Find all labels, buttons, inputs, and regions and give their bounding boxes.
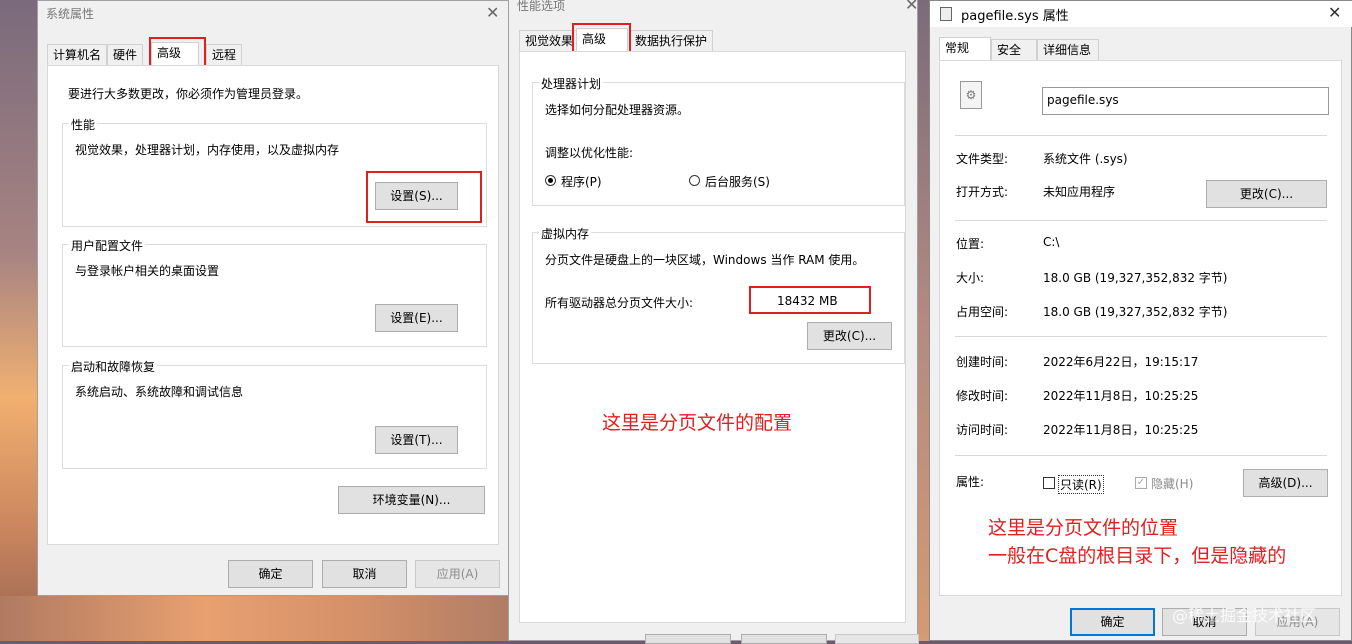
background-services-radio[interactable] [689,175,700,186]
annotation-line-2: 一般在C盘的根目录下，但是隐藏的 [988,545,1287,567]
tab-security[interactable]: 安全 [991,39,1037,60]
created-label: 创建时间: [956,355,1009,369]
close-icon[interactable]: ✕ [486,3,499,22]
open-with-value: 未知应用程序 [1043,185,1116,199]
annotation-text: 这里是分页文件的配置 [602,412,793,434]
adjust-label: 调整以优化性能: [545,146,634,160]
tab-bar: 常规 安全 详细信息 [939,37,1339,61]
accessed-label: 访问时间: [956,423,1009,437]
performance-options-window: 性能选项 ✕ 视觉效果 高级 数据执行保护 处理器计划 选择如何分配处理器资源。… [508,0,919,644]
user-profile-settings-button[interactable]: 设置(E)... [375,304,458,332]
window-title: 系统属性 [46,7,95,21]
startup-recovery-title: 启动和故障恢复 [69,358,158,375]
programs-radio[interactable] [545,175,556,186]
tab-hardware[interactable]: 硬件 [107,44,144,65]
performance-desc: 视觉效果，处理器计划，内存使用，以及虚拟内存 [75,143,340,157]
location-value: C:\ [1043,235,1060,249]
background-services-label[interactable]: 后台服务(S) [705,173,770,190]
hidden-label[interactable]: 隐藏(H) [1151,475,1193,492]
file-icon: ⚙ [960,81,982,109]
tab-general[interactable]: 常规 [939,37,991,60]
created-value: 2022年6月22日，19:15:17 [1043,355,1199,369]
change-virtual-memory-button[interactable]: 更改(C)... [807,322,892,350]
modified-value: 2022年11月8日，10:25:25 [1043,389,1199,403]
file-type-value: 系统文件 (.sys) [1043,152,1128,166]
app-icon [940,7,952,21]
close-icon[interactable]: ✕ [1328,3,1341,22]
virtual-memory-title: 虚拟内存 [539,225,592,242]
performance-title: 性能 [69,116,98,133]
apply-button[interactable]: 应用(A) [415,560,500,588]
startup-recovery-group: 启动和故障恢复 系统启动、系统故障和调试信息 设置(T)... [62,358,487,469]
desktop-background-bottom [0,596,512,641]
highlight-box [749,286,871,314]
ok-button[interactable]: 确定 [228,560,313,588]
tab-dep[interactable]: 数据执行保护 [629,30,714,51]
attributes-label: 属性: [956,475,985,489]
startup-recovery-desc: 系统启动、系统故障和调试信息 [75,385,244,399]
separator [955,455,1327,456]
processor-scheduling-group: 处理器计划 选择如何分配处理器资源。 调整以优化性能: 程序(P) 后台服务(S… [532,75,905,206]
system-properties-window: 系统属性 ✕ 计算机名 硬件 高级 远程 要进行大多数更改，你必须作为管理员登录… [37,0,512,596]
desktop-background-left [0,0,40,641]
location-label: 位置: [956,237,985,251]
size-value: 18.0 GB (19,327,352,832 字节) [1043,271,1228,285]
modified-label: 修改时间: [956,389,1009,403]
readonly-checkbox[interactable] [1043,477,1055,489]
tab-panel: ⚙ pagefile.sys 文件类型: 系统文件 (.sys) 打开方式: 未… [939,60,1342,596]
tab-remote[interactable]: 远程 [206,44,243,65]
admin-note: 要进行大多数更改，你必须作为管理员登录。 [68,87,309,101]
close-icon[interactable]: ✕ [905,0,918,14]
highlight-box [366,171,482,223]
hidden-checkbox[interactable]: ✓ [1135,477,1147,489]
size-label: 大小: [956,271,985,285]
change-open-with-button[interactable]: 更改(C)... [1206,180,1327,208]
bottom-button-1[interactable] [645,634,731,644]
total-paging-size-label: 所有驱动器总分页文件大小: [545,296,694,310]
title-bar: pagefile.sys 属性 ✕ [930,1,1352,27]
tab-bar: 计算机名 硬件 高级 远程 [47,42,507,66]
processor-scheduling-desc: 选择如何分配处理器资源。 [545,103,690,117]
bottom-button-3[interactable] [835,634,919,644]
annotation-line-1: 这里是分页文件的位置 [988,517,1179,539]
processor-scheduling-title: 处理器计划 [539,75,604,92]
tab-panel: 要进行大多数更改，你必须作为管理员登录。 性能 视觉效果，处理器计划，内存使用，… [47,65,499,545]
cancel-button[interactable]: 取消 [322,560,407,588]
virtual-memory-desc: 分页文件是硬盘上的一块区域，Windows 当作 RAM 使用。 [545,253,865,267]
readonly-label[interactable]: 只读(R) [1058,475,1104,494]
open-with-label: 打开方式: [956,185,1009,199]
window-title: 性能选项 [517,0,566,13]
user-profile-desc: 与登录帐户相关的桌面设置 [75,264,220,278]
file-type-label: 文件类型: [956,152,1009,166]
tab-panel: 处理器计划 选择如何分配处理器资源。 调整以优化性能: 程序(P) 后台服务(S… [519,51,906,623]
user-profile-title: 用户配置文件 [69,237,146,254]
programs-label[interactable]: 程序(P) [561,173,602,190]
file-properties-window: pagefile.sys 属性 ✕ 常规 安全 详细信息 ⚙ pagefile.… [929,0,1352,641]
size-on-disk-value: 18.0 GB (19,327,352,832 字节) [1043,305,1228,319]
size-on-disk-label: 占用空间: [956,305,1009,319]
tab-computer-name[interactable]: 计算机名 [47,44,108,65]
bottom-button-2[interactable] [741,634,827,644]
accessed-value: 2022年11月8日，10:25:25 [1043,423,1199,437]
environment-variables-button[interactable]: 环境变量(N)... [338,486,485,514]
user-profile-group: 用户配置文件 与登录帐户相关的桌面设置 设置(E)... [62,237,487,347]
separator [955,220,1327,221]
tab-details[interactable]: 详细信息 [1037,39,1099,60]
window-title: pagefile.sys 属性 [961,9,1069,24]
filename-field[interactable]: pagefile.sys [1042,87,1329,115]
separator [955,336,1327,337]
separator [955,135,1327,136]
watermark: @稀土掘金技术社区 [1172,606,1317,625]
tab-visual-effects[interactable]: 视觉效果 [519,30,580,51]
ok-button[interactable]: 确定 [1070,608,1155,636]
startup-settings-button[interactable]: 设置(T)... [375,426,458,454]
advanced-attributes-button[interactable]: 高级(D)... [1243,469,1328,497]
